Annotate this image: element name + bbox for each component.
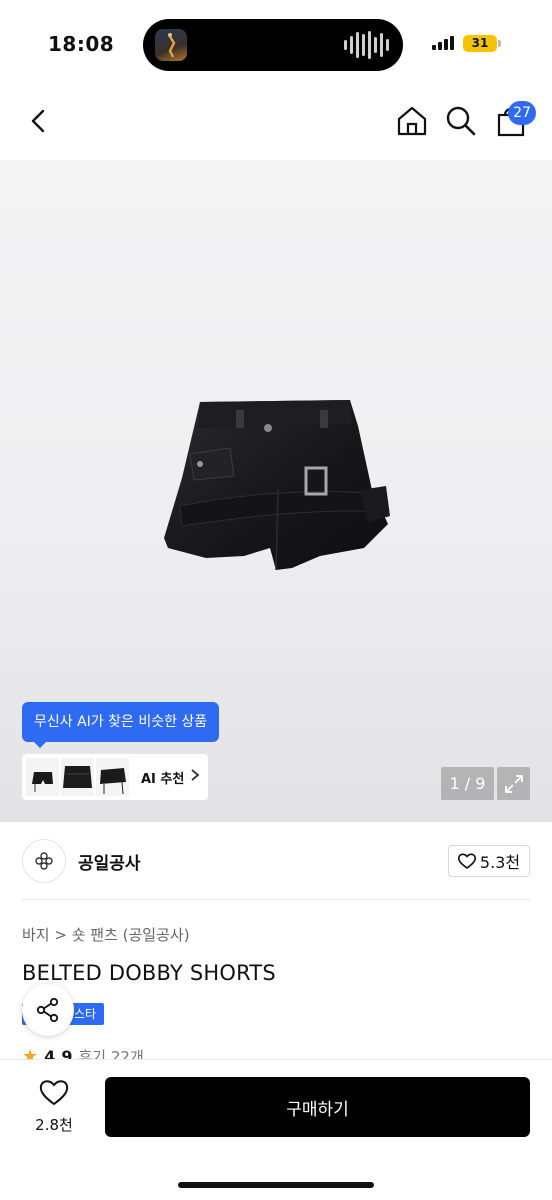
expand-image-button[interactable] <box>497 767 530 800</box>
ai-recommend-label: AI 추천 <box>141 771 185 787</box>
product-image <box>164 400 390 571</box>
dynamic-island <box>143 19 403 71</box>
cart-count-badge: 27 <box>508 101 536 125</box>
product-title: BELTED DOBBY SHORTS <box>22 961 276 985</box>
brand-like-button[interactable]: 5.3천 <box>448 845 530 877</box>
now-playing-artwork <box>155 29 187 61</box>
wishlist-count: 2.8천 <box>35 1116 73 1134</box>
search-button[interactable] <box>444 104 478 138</box>
search-icon <box>446 106 476 136</box>
audio-waveform-icon <box>344 31 389 59</box>
home-button[interactable] <box>395 104 429 138</box>
ai-thumbnail-2 <box>61 758 94 796</box>
heart-icon <box>457 853 476 869</box>
ai-thumbnail-1 <box>26 758 59 796</box>
share-button[interactable] <box>22 984 74 1036</box>
wishlist-button[interactable]: 2.8천 <box>24 1078 84 1135</box>
category-breadcrumb[interactable]: 바지 > 숏 팬츠 (공일공사) <box>22 924 190 945</box>
back-button[interactable] <box>22 104 56 138</box>
share-icon <box>36 997 59 1023</box>
brand-logo[interactable] <box>22 839 66 883</box>
buy-button[interactable]: 구매하기 <box>105 1077 530 1137</box>
expand-icon <box>504 774 523 793</box>
heart-icon <box>39 1080 69 1106</box>
ai-recommend-button[interactable]: AI 추천 <box>22 754 208 800</box>
chevron-left-icon <box>31 109 45 133</box>
cellular-signal-icon <box>432 36 454 50</box>
chevron-right-icon <box>190 768 200 786</box>
ai-similar-tooltip: 무신사 AI가 찾은 비슷한 상품 <box>22 702 220 748</box>
battery-tip <box>498 40 501 47</box>
status-time: 18:08 <box>48 32 115 56</box>
brand-emblem-icon <box>35 852 53 870</box>
image-page-indicator: 1 / 9 <box>441 767 494 800</box>
brand-like-count: 5.3천 <box>479 853 521 872</box>
divider <box>22 899 530 900</box>
home-indicator[interactable] <box>178 1182 374 1188</box>
brand-name[interactable]: 공일공사 <box>78 849 141 874</box>
home-icon <box>397 106 427 136</box>
battery-indicator: 31 <box>463 35 497 52</box>
ai-thumbnail-3 <box>96 758 129 796</box>
